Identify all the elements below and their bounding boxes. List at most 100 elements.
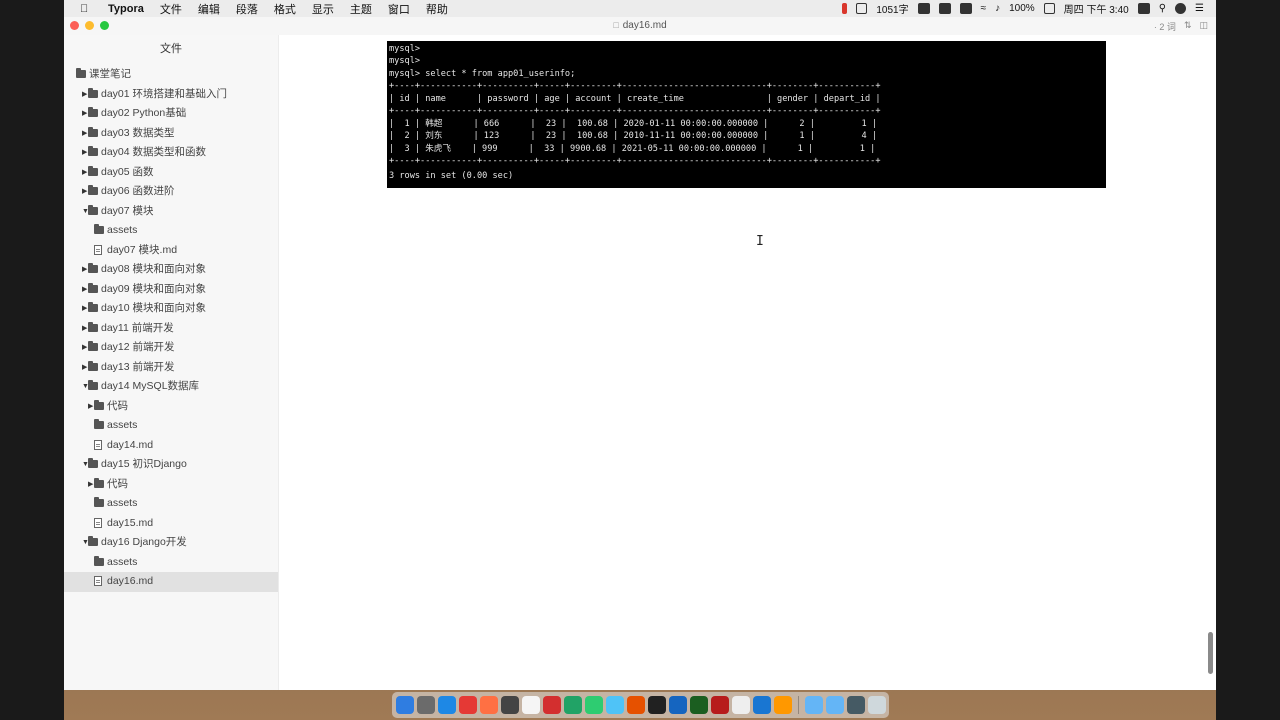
apple-menu-icon[interactable]: : [80, 3, 94, 15]
caret-right-icon[interactable]: ▶: [82, 124, 87, 144]
volume-icon[interactable]: ♪: [995, 3, 1000, 14]
word-count[interactable]: 1051字: [876, 1, 908, 16]
wechat-icon[interactable]: [584, 696, 603, 714]
caret-right-icon[interactable]: ▶: [88, 475, 93, 495]
menu-window[interactable]: 窗口: [388, 1, 410, 17]
word-count-indicator[interactable]: · 2 词: [1154, 20, 1176, 33]
sketch-icon[interactable]: [773, 696, 792, 714]
sidebar-tree-item[interactable]: day07 模块.md: [64, 241, 278, 261]
sidebar-tree-item[interactable]: ▶ day13 前端开发: [64, 358, 278, 378]
battery-icon[interactable]: [1043, 3, 1055, 14]
sidebar-tree-item[interactable]: day16.md: [64, 572, 278, 592]
sidebar-tree-item[interactable]: day14.md: [64, 436, 278, 456]
editor-area[interactable]: mysql> mysql> mysql> select * from app01_u…: [279, 35, 1216, 690]
finder-icon[interactable]: [395, 696, 414, 714]
sidebar-tree-item[interactable]: ▶ 代码: [64, 475, 278, 495]
sidebar-tree-item[interactable]: assets: [64, 553, 278, 573]
preview-icon[interactable]: [731, 696, 750, 714]
caret-right-icon[interactable]: ▶: [82, 85, 87, 105]
caret-right-icon[interactable]: ▶: [82, 143, 87, 163]
notification-center-icon[interactable]: ☰: [1195, 3, 1204, 14]
calendar-icon[interactable]: [521, 696, 540, 714]
menu-file[interactable]: 文件: [160, 1, 182, 17]
caret-right-icon[interactable]: ▶: [82, 182, 87, 202]
sidebar-tree-item[interactable]: ▶ day01 环境搭建和基础入门: [64, 85, 278, 105]
caret-right-icon[interactable]: ▶: [82, 280, 87, 300]
sidebar-tree-item[interactable]: 课堂笔记: [64, 65, 278, 85]
safari-icon[interactable]: [437, 696, 456, 714]
sort-arrows-icon[interactable]: ⇅: [1184, 20, 1192, 33]
sidebar-toggle-icon[interactable]: ◫: [1199, 20, 1208, 33]
sidebar-tree-item[interactable]: day15.md: [64, 514, 278, 534]
sidebar-tree-item[interactable]: ▶ day11 前端开发: [64, 319, 278, 339]
sidebar-tree-item[interactable]: ▶ day09 模块和面向对象: [64, 280, 278, 300]
tray-tool-icon[interactable]: [959, 3, 972, 14]
battery-percent[interactable]: 100%: [1009, 3, 1035, 14]
firefox-icon[interactable]: [479, 696, 498, 714]
typora-icon[interactable]: [500, 696, 519, 714]
menu-paragraph[interactable]: 段落: [236, 1, 258, 17]
caret-right-icon[interactable]: ▶: [82, 104, 87, 124]
tray-input-icon[interactable]: [917, 3, 930, 14]
menu-format[interactable]: 格式: [274, 1, 296, 17]
sidebar-tree-item[interactable]: ▶ day03 数据类型: [64, 124, 278, 144]
chrome-icon[interactable]: [458, 696, 477, 714]
trash-icon[interactable]: [867, 696, 886, 714]
pycharm-icon[interactable]: [563, 696, 582, 714]
sublime-icon[interactable]: [626, 696, 645, 714]
caret-right-icon[interactable]: ▶: [82, 319, 87, 339]
documents-folder-icon[interactable]: [825, 696, 844, 714]
spotlight-search-icon[interactable]: ⚲: [1159, 3, 1166, 14]
sidebar-tree-item[interactable]: ▶ day08 模块和面向对象: [64, 260, 278, 280]
caret-right-icon[interactable]: ▶: [82, 260, 87, 280]
siri-icon[interactable]: [1175, 3, 1187, 14]
tree-item-label: day14 MySQL数据库: [101, 380, 200, 392]
caret-right-icon[interactable]: ▶: [82, 299, 87, 319]
menu-help[interactable]: 帮助: [426, 1, 448, 17]
sidebar-tree-item[interactable]: ▼ day14 MySQL数据库: [64, 377, 278, 397]
sidebar-tree-item[interactable]: ▶ 代码: [64, 397, 278, 417]
sidebar-tree-item[interactable]: ▼ day16 Django开发: [64, 533, 278, 553]
xcode-icon[interactable]: [668, 696, 687, 714]
title-bar[interactable]: □ day16.md · 2 词 ⇅ ◫: [64, 17, 1216, 36]
caret-right-icon[interactable]: ▶: [88, 397, 93, 417]
sidebar-tree-item[interactable]: assets: [64, 221, 278, 241]
recording-icon[interactable]: [842, 3, 848, 14]
caret-right-icon[interactable]: ▶: [82, 163, 87, 183]
folder-icon: [88, 126, 98, 137]
sidebar-tree-item[interactable]: assets: [64, 416, 278, 436]
caret-right-icon[interactable]: ▶: [82, 358, 87, 378]
excel-icon[interactable]: [689, 696, 708, 714]
menu-view[interactable]: 显示: [312, 1, 334, 17]
sidebar-tree-item[interactable]: ▶ day06 函数进阶: [64, 182, 278, 202]
tray-s-icon[interactable]: [1137, 3, 1150, 14]
sidebar-tree-item[interactable]: ▶ day10 模块和面向对象: [64, 299, 278, 319]
app-name-menu[interactable]: Typora: [108, 3, 144, 15]
sidebar-tree-item[interactable]: ▶ day05 函数: [64, 163, 278, 183]
sidebar-tree-item[interactable]: ▶ day02 Python基础: [64, 104, 278, 124]
menu-theme[interactable]: 主题: [350, 1, 372, 17]
sidebar-tree-item[interactable]: ▶ day04 数据类型和函数: [64, 143, 278, 163]
caret-right-icon[interactable]: ▶: [82, 338, 87, 358]
terminal-line: +----+-----------+----------+-----+-----…: [389, 156, 881, 166]
screen-folder-icon[interactable]: [846, 696, 865, 714]
sidebar-tree-item[interactable]: ▶ day12 前端开发: [64, 338, 278, 358]
clock[interactable]: 周四 下午 3:40: [1064, 1, 1129, 16]
downloads-folder-icon[interactable]: [804, 696, 823, 714]
sidebar-tree-item[interactable]: ▼ day07 模块: [64, 202, 278, 222]
menu-edit[interactable]: 编辑: [198, 1, 220, 17]
sidebar-tree-item[interactable]: assets: [64, 494, 278, 514]
sidebar-header[interactable]: 文件: [64, 40, 278, 56]
wifi-icon[interactable]: ≈: [981, 3, 987, 14]
tray-keyboard-icon[interactable]: [938, 3, 951, 14]
netease-music-icon[interactable]: [542, 696, 561, 714]
tray-app-icon[interactable]: [856, 3, 868, 14]
terminal-icon[interactable]: [647, 696, 666, 714]
paste-icon[interactable]: [605, 696, 624, 714]
powerpoint-icon[interactable]: [710, 696, 729, 714]
sidebar-tree-item[interactable]: ▼ day15 初识Django: [64, 455, 278, 475]
launchpad-icon[interactable]: [416, 696, 435, 714]
editor-scrollbar[interactable]: [1208, 632, 1213, 674]
word-icon[interactable]: [752, 696, 771, 714]
terminal-line: | id | name | password | age | account |…: [389, 94, 881, 104]
